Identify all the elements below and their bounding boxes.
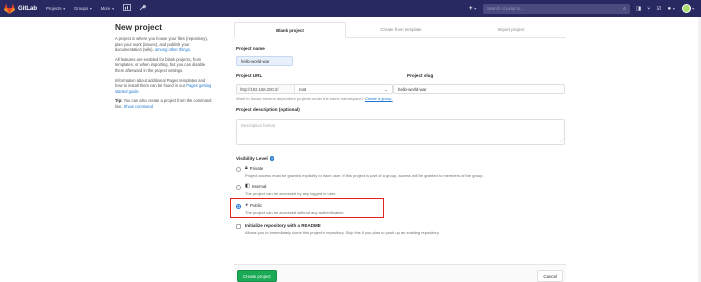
internal-text: ◧ Internal The project can be accessed by…: [245, 184, 336, 196]
chevron-down-icon: ▼: [111, 6, 115, 11]
project-url-prefix: http://192.168.200.2/: [236, 84, 295, 94]
project-type-tabs: Blank project Create from template Impor…: [234, 22, 566, 38]
tab-import-project[interactable]: Import project: [456, 22, 566, 37]
public-desc: The project can be accessed without any …: [245, 209, 345, 215]
nav-menu: Projects ▼ Groups ▼ More ▼: [46, 4, 146, 13]
public-title: ◕ Public: [245, 202, 345, 209]
nav-groups-dropdown[interactable]: Groups ▼: [74, 6, 93, 11]
public-title-text: Public: [250, 203, 262, 208]
visibility-option-internal[interactable]: ◧ Internal The project can be accessed by…: [236, 184, 336, 196]
private-title: 🔒︎ Private: [245, 165, 484, 172]
search-input[interactable]: Search or jump to… ⌕: [482, 3, 630, 14]
project-name-input[interactable]: hello-world-war: [236, 56, 293, 66]
wrench-icon[interactable]: [139, 4, 146, 13]
project-slug-label: Project slug: [407, 73, 434, 78]
page-title: New project: [115, 22, 163, 32]
activity-chart-svg: [122, 4, 131, 11]
form-actions: Create project Cancel: [234, 264, 566, 282]
lock-icon: 🔒︎: [245, 165, 248, 171]
gitlab-home-link[interactable]: GitLab: [4, 3, 37, 14]
private-desc: Project access must be granted explicitl…: [245, 172, 484, 178]
search-icon: ⌕: [623, 5, 626, 12]
nav-more-dropdown[interactable]: More ▼: [101, 6, 115, 11]
tip-label: Tip:: [115, 98, 123, 104]
radio-private[interactable]: [236, 166, 241, 172]
nav-projects-dropdown[interactable]: Projects ▼: [46, 6, 66, 11]
readme-text: Initialize repository with a README Allo…: [245, 223, 440, 235]
project-slug-input[interactable]: hello-world-war: [393, 84, 565, 94]
project-name-label: Project name: [236, 46, 265, 51]
top-navbar: GitLab Projects ▼ Groups ▼ More ▼ + ▼ Searc…: [0, 0, 701, 17]
visibility-option-public[interactable]: ◕ Public The project can be accessed with…: [236, 203, 345, 215]
tip-paragraph: Tip: You can also create a project from …: [115, 98, 213, 109]
brand-name: GitLab: [18, 5, 37, 12]
user-dropdown[interactable]: ▼: [681, 4, 695, 13]
readme-label: Initialize repository with a README: [245, 223, 321, 228]
issues-icon[interactable]: ◨: [636, 6, 641, 12]
merge-request-icon[interactable]: ⑂: [647, 6, 650, 12]
visibility-level-label: Visibility Level?: [236, 156, 275, 161]
chevron-down-icon: ▼: [691, 6, 695, 11]
avatar: [681, 4, 691, 13]
new-project-info: New project A project is where you house…: [115, 22, 213, 114]
readme-desc: Allows you to immediately clone this pro…: [245, 229, 440, 235]
description-label: Project description (optional): [236, 107, 300, 112]
activity-icon[interactable]: [122, 4, 131, 13]
visibility-level-text: Visibility Level: [236, 156, 268, 161]
private-title-text: Private: [249, 166, 264, 171]
todo-icon[interactable]: ☑: [657, 6, 662, 12]
description-placeholder: Description format: [241, 123, 275, 128]
internal-title-text: Internal: [251, 184, 267, 189]
create-group-link[interactable]: Create a group.: [365, 96, 393, 101]
gitlab-logo-icon: [4, 3, 15, 14]
navbar-right: + ▼ Search or jump to… ⌕ ◨ ⑂ ☑ ● ▼ ▼: [469, 0, 695, 17]
shield-icon: ◧: [245, 183, 250, 189]
namespace-help-text: Want to house several dependent projects…: [236, 96, 393, 101]
visibility-option-private[interactable]: 🔒︎ Private Project access must be granted…: [236, 166, 484, 178]
tab-create-from-template[interactable]: Create from template: [346, 22, 456, 37]
radio-public[interactable]: [236, 203, 241, 209]
info-paragraph-2: All features are enabled for blank proje…: [115, 56, 206, 73]
nav-projects-label: Projects: [46, 6, 62, 11]
info-paragraph-3: Information about additional Pages templ…: [115, 78, 213, 95]
nav-more-label: More: [100, 6, 111, 11]
description-textarea[interactable]: Description format ⟋: [236, 119, 565, 145]
readme-checkbox-row[interactable]: Initialize repository with a README Allo…: [236, 223, 440, 235]
wrench-svg: [139, 4, 146, 11]
globe-icon: ◕: [245, 202, 249, 208]
info-paragraph-1: A project is where you house your files …: [115, 36, 213, 53]
namespace-select[interactable]: root ⌄: [295, 84, 393, 94]
other-things-link[interactable]: among other things.: [155, 47, 191, 52]
namespace-value: root: [299, 86, 307, 92]
namespace-help: Want to house several dependent projects…: [236, 96, 364, 101]
radio-internal[interactable]: [236, 184, 241, 190]
chevron-down-icon: ▼: [472, 6, 477, 11]
show-command-link[interactable]: Show command: [124, 104, 153, 109]
chevron-down-icon: ▼: [672, 6, 676, 11]
internal-desc: The project can be accessed by any logge…: [245, 190, 337, 196]
cancel-button[interactable]: Cancel: [537, 270, 563, 282]
internal-title: ◧ Internal: [245, 183, 336, 190]
readme-checkbox[interactable]: [236, 223, 241, 229]
chevron-down-icon: ⌄: [384, 86, 388, 92]
question-icon[interactable]: ?: [269, 156, 275, 161]
search-placeholder: Search or jump to…: [486, 6, 525, 11]
tab-blank-project[interactable]: Blank project: [234, 22, 346, 38]
create-project-button[interactable]: Create project: [237, 270, 277, 282]
help-icon: ●: [667, 5, 672, 12]
project-url-label: Project URL: [236, 73, 263, 78]
plus-icon[interactable]: + ▼: [469, 6, 477, 12]
help-dropdown[interactable]: ● ▼: [667, 6, 675, 12]
public-text: ◕ Public The project can be accessed with…: [245, 203, 345, 215]
new-project-form: Blank project Create from template Impor…: [230, 22, 566, 282]
resize-handle-icon[interactable]: ⟋: [560, 139, 563, 143]
private-text: 🔒︎ Private Project access must be granted…: [245, 166, 484, 178]
chevron-down-icon: ▼: [62, 6, 66, 11]
nav-groups-label: Groups: [74, 6, 89, 11]
chevron-down-icon: ▼: [89, 6, 93, 11]
